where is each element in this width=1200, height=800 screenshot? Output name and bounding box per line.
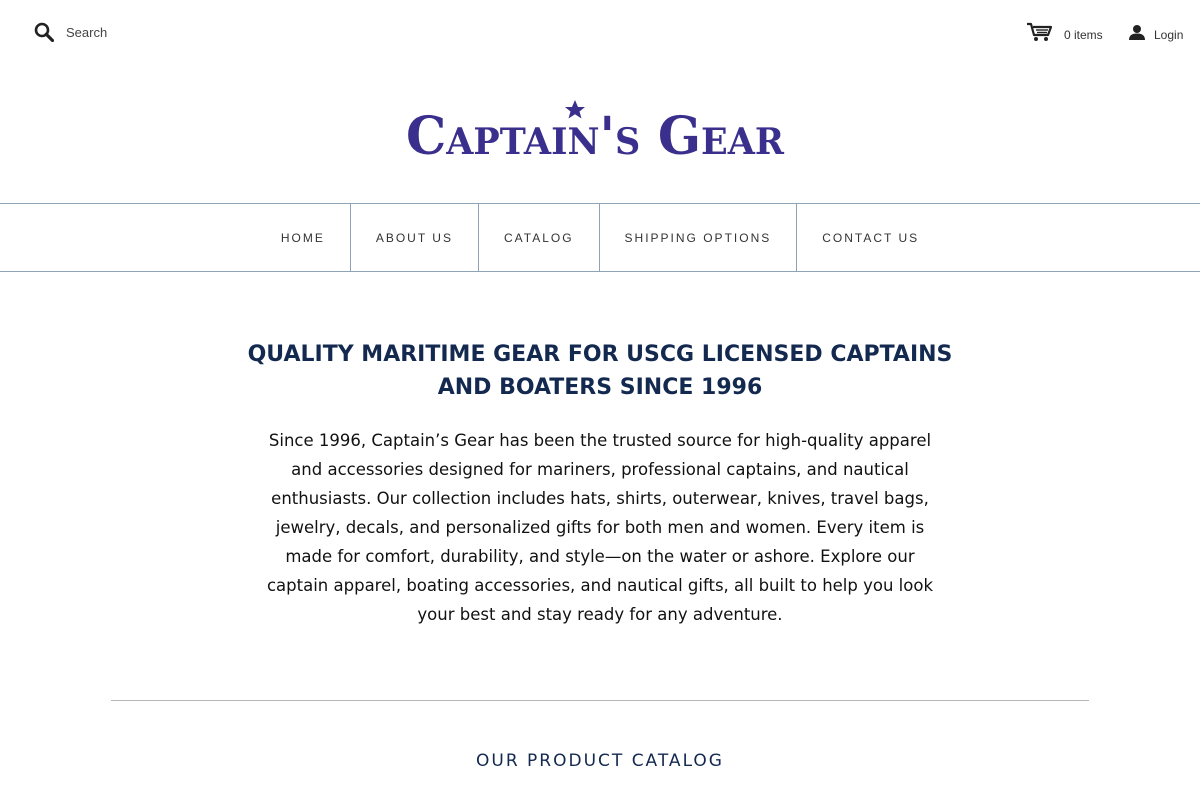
- cart-icon[interactable]: [1026, 22, 1053, 47]
- search-box[interactable]: [34, 22, 226, 42]
- logo-text: Captain's Gear: [406, 106, 785, 166]
- search-input[interactable]: [66, 24, 226, 40]
- search-icon[interactable]: [34, 22, 54, 42]
- nav-item-contact-us[interactable]: CONTACT US: [796, 204, 944, 271]
- main-nav: HOME ABOUT US CATALOG SHIPPING OPTIONS C…: [0, 203, 1200, 272]
- nav-item-catalog[interactable]: CATALOG: [477, 204, 599, 271]
- hero-section: QUALITY MARITIME GEAR FOR USCG LICENSED …: [240, 338, 960, 629]
- nav-item-shipping-options[interactable]: SHIPPING OPTIONS: [598, 204, 797, 271]
- section-divider: [111, 700, 1089, 701]
- top-bar: 0 items Login: [0, 0, 1200, 64]
- login-label[interactable]: Login: [1154, 28, 1183, 42]
- user-icon[interactable]: [1128, 24, 1146, 45]
- catalog-heading: OUR PRODUCT CATALOG: [476, 751, 724, 771]
- nav-item-home[interactable]: HOME: [256, 204, 350, 271]
- hero-title: QUALITY MARITIME GEAR FOR USCG LICENSED …: [247, 342, 953, 400]
- nav-item-about-us[interactable]: ABOUT US: [349, 204, 478, 271]
- cart-count[interactable]: 0 items: [1064, 28, 1103, 42]
- brand-logo[interactable]: Captain's Gear: [403, 96, 787, 167]
- login-link[interactable]: Login: [1128, 24, 1183, 45]
- cart-link[interactable]: 0 items: [1026, 22, 1103, 47]
- hero-description: Since 1996, Captain’s Gear has been the …: [266, 431, 933, 624]
- logo-svg: Captain's Gear: [406, 100, 785, 167]
